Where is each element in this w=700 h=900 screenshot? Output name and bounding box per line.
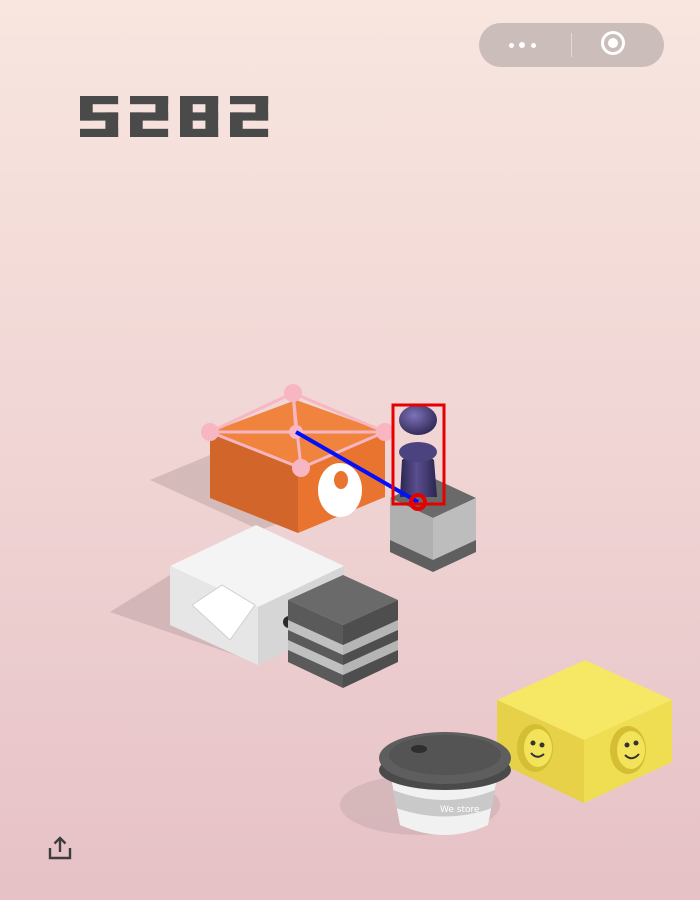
dot bbox=[531, 43, 536, 48]
score-digit-segment bbox=[80, 128, 119, 137]
score-digit-segment bbox=[130, 128, 169, 137]
coffee-cup-block: We store bbox=[340, 732, 511, 835]
cup-logo-text: We store bbox=[440, 805, 480, 815]
orange-box-block bbox=[150, 400, 385, 533]
dot bbox=[519, 42, 525, 48]
yellow-smiley-block bbox=[497, 660, 672, 803]
score-digit-segment bbox=[180, 128, 219, 137]
ring bbox=[601, 31, 625, 55]
game-canvas[interactable]: We store bbox=[0, 0, 700, 900]
more-dots-icon[interactable] bbox=[479, 23, 571, 67]
score-digit-segment bbox=[180, 112, 219, 121]
player-chess-piece bbox=[399, 405, 437, 497]
score-digit-segment bbox=[230, 128, 269, 137]
share-upload-icon[interactable] bbox=[44, 832, 76, 864]
dot bbox=[509, 43, 514, 48]
miniprogram-capsule bbox=[479, 23, 664, 67]
score-display bbox=[80, 96, 269, 137]
target-circle-icon[interactable] bbox=[572, 23, 664, 67]
